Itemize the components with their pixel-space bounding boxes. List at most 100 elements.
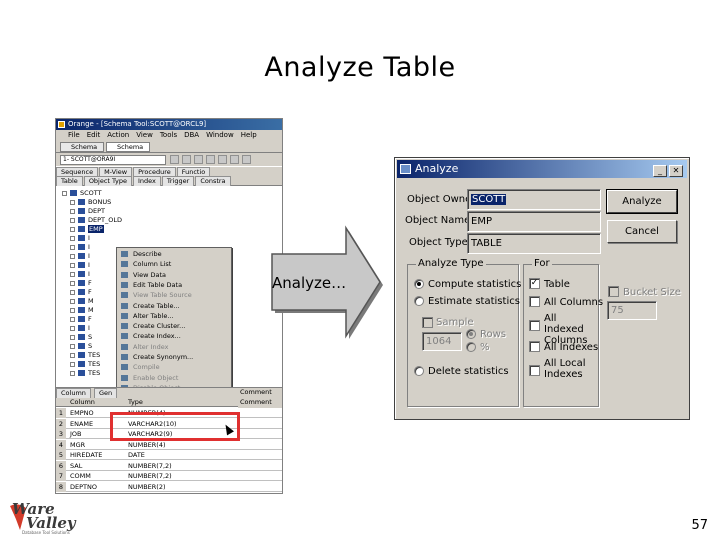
tree-item[interactable]: TES [70,351,100,360]
grid-header-comment-2[interactable]: Comment [240,398,272,407]
expand-icon[interactable] [70,361,75,367]
table-row[interactable]: 5 HIREDATE DATE [56,450,282,460]
menu-item-file[interactable]: File [68,131,80,139]
object-owner-field[interactable]: SCOTT [467,189,601,210]
expand-icon[interactable] [70,370,75,376]
tree-item[interactable]: F [70,315,92,324]
analyze-button[interactable]: Analyze [606,189,678,214]
tree-item[interactable]: BONUS [70,198,111,207]
menu-item-help[interactable]: Help [241,131,257,139]
all-local-indexes-checkbox[interactable] [529,365,540,376]
table-checkbox[interactable]: ✓ [529,278,540,289]
minimize-icon[interactable]: _ [653,165,667,177]
all-columns-checkbox[interactable] [529,296,540,307]
grid-tab-column[interactable]: Column [56,388,91,398]
grid-header-column[interactable]: Column [70,398,95,407]
table-row[interactable]: 7 COMM NUMBER(7,2) [56,471,282,481]
menu-item-window[interactable]: Window [206,131,234,139]
tree-item[interactable]: TES [70,360,100,369]
context-menu-item-create-synonym[interactable]: Create Synonym... [117,353,231,361]
menu-item-action[interactable]: Action [107,131,129,139]
context-menu-item-describe[interactable]: Describe [117,250,231,258]
expand-icon[interactable] [70,208,75,214]
tree-item[interactable]: SCOTT [62,189,102,198]
table-row[interactable]: 6 SAL NUMBER(7,2) [56,460,282,471]
context-menu-item-alter-index[interactable]: Alter Index [117,343,231,351]
table-row[interactable]: 8 DEPTNO NUMBER(2) [56,481,282,492]
grid-header-type[interactable]: Type [128,398,143,407]
tree-item[interactable]: M [70,306,94,315]
grid-header-comment-1[interactable]: Comment [240,388,272,397]
tree-item[interactable]: I [70,324,90,333]
expand-icon[interactable] [70,244,75,250]
menu-item-edit[interactable]: Edit [87,131,101,139]
context-menu-item-edit-table-data[interactable]: Edit Table Data [117,281,231,289]
menu-item-tools[interactable]: Tools [160,131,177,139]
sample-value-field[interactable]: 1064 [422,332,462,351]
context-menu-item-column-list[interactable]: Column List [117,260,231,268]
tree-item[interactable]: M [70,297,94,306]
rows-radio[interactable] [466,329,476,339]
compute-statistics-radio[interactable] [414,279,424,289]
object-tab-object-type[interactable]: Object Type [83,176,132,186]
tree-item[interactable]: TES [70,369,100,378]
tree-item[interactable]: F [70,279,92,288]
context-menu-item-enable-object[interactable]: Enable Object [117,374,231,382]
delete-statistics-radio[interactable] [414,366,424,376]
expand-icon[interactable] [70,289,75,295]
table-row[interactable]: 4 MGR NUMBER(4) [56,439,282,450]
all-indexes-label[interactable]: All Indexes [544,342,598,353]
toolbar-find-icon[interactable] [194,155,203,164]
tree-item[interactable]: I [70,252,90,261]
tree-item[interactable]: I [70,270,90,279]
context-menu-item-view-table-source[interactable]: View Table Source [117,291,231,299]
expand-icon[interactable] [62,190,67,196]
expand-icon[interactable] [70,217,75,223]
tree-item[interactable]: S [70,333,92,342]
menu-item-dba[interactable]: DBA [184,131,199,139]
delete-statistics-label[interactable]: Delete statistics [428,366,509,377]
tree-item[interactable]: I [70,234,90,243]
expand-icon[interactable] [70,325,75,331]
tree-item[interactable]: DEPT_OLD [70,216,122,225]
toolbar-print-icon[interactable] [218,155,227,164]
expand-icon[interactable] [70,298,75,304]
expand-icon[interactable] [70,271,75,277]
context-menu-item-create-cluster[interactable]: Create Cluster... [117,322,231,330]
expand-icon[interactable] [70,235,75,241]
all-columns-label[interactable]: All Columns [544,297,603,308]
menu-item-view[interactable]: View [136,131,153,139]
object-tab-constra[interactable]: Constra [195,176,231,186]
all-local-indexes-label[interactable]: All Local Indexes [544,358,598,380]
toolbar-export-icon[interactable] [230,155,239,164]
tree-item[interactable]: EMP [70,225,104,234]
tree-item[interactable]: I [70,243,90,252]
expand-icon[interactable] [70,280,75,286]
all-indexed-columns-checkbox[interactable] [529,320,540,331]
cancel-button[interactable]: Cancel [607,220,677,243]
expand-icon[interactable] [70,316,75,322]
tree-item[interactable]: DEPT [70,207,105,216]
expand-icon[interactable] [70,262,75,268]
compute-statistics-label[interactable]: Compute statistics [428,279,521,290]
expand-icon[interactable] [70,352,75,358]
object-tab-index[interactable]: Index [132,176,161,186]
percent-radio[interactable] [466,342,476,352]
estimate-statistics-label[interactable]: Estimate statistics [428,296,520,307]
estimate-statistics-radio[interactable] [414,296,424,306]
context-menu-item-alter-table[interactable]: Alter Table... [117,312,231,320]
bucket-size-checkbox[interactable] [608,286,619,297]
context-menu-item-create-index[interactable]: Create Index... [117,332,231,340]
toolbar-filter-icon[interactable] [182,155,191,164]
toolbar-help-icon[interactable] [242,155,251,164]
window-tab-schema-1[interactable]: Schema [60,142,104,152]
tree-item[interactable]: S [70,342,92,351]
object-tab-table[interactable]: Table [56,176,83,186]
close-icon[interactable]: ✕ [669,165,683,177]
tree-item[interactable]: I [70,261,90,270]
expand-icon[interactable] [70,307,75,313]
expand-icon[interactable] [70,253,75,259]
object-name-field[interactable]: EMP [467,211,601,232]
sample-checkbox[interactable] [422,317,433,328]
expand-icon[interactable] [70,343,75,349]
